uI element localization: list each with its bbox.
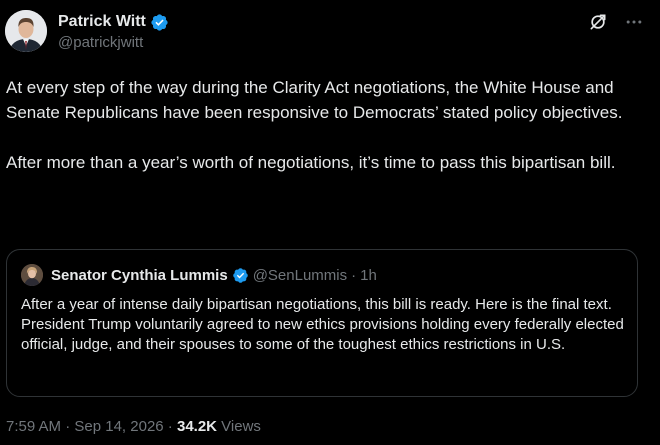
post-metadata: 7:59 AM · Sep 14, 2026 · 34.2K Views (6, 418, 261, 435)
post-top-actions (586, 10, 646, 34)
views-count[interactable]: 34.2K (177, 418, 217, 435)
author-avatar-image (5, 10, 47, 52)
more-options-icon[interactable] (622, 10, 646, 34)
post: Patrick Witt @patrickjwitt At every step… (0, 0, 660, 445)
meta-separator: · (163, 418, 177, 435)
author-name-row: Patrick Witt (58, 11, 169, 33)
quoted-author-handle[interactable]: @SenLummis (253, 267, 347, 284)
quoted-timestamp[interactable]: 1h (360, 267, 377, 284)
views-label[interactable]: Views (217, 418, 261, 435)
quoted-post-header: Senator Cynthia Lummis @SenLummis · 1h (21, 264, 377, 286)
post-paragraph: After more than a year’s worth of negoti… (6, 153, 616, 172)
verified-badge-icon[interactable] (232, 267, 249, 284)
author-avatar[interactable] (5, 10, 47, 52)
quoted-post[interactable]: Senator Cynthia Lummis @SenLummis · 1h A… (6, 249, 638, 397)
author-info: Patrick Witt @patrickjwitt (58, 11, 169, 53)
quoted-post-text: After a year of intense daily bipartisan… (21, 296, 624, 353)
post-text: At every step of the way during the Clar… (6, 75, 646, 175)
quoted-author-avatar[interactable] (21, 264, 43, 286)
post-date[interactable]: Sep 14, 2026 (74, 418, 163, 435)
meta-separator: · (61, 418, 75, 435)
quoted-author-name[interactable]: Senator Cynthia Lummis (51, 267, 228, 284)
post-paragraph: At every step of the way during the Clar… (6, 78, 623, 122)
post-time[interactable]: 7:59 AM (6, 418, 61, 435)
verified-badge-icon[interactable] (150, 13, 169, 32)
author-handle[interactable]: @patrickjwitt (58, 34, 169, 51)
author-display-name[interactable]: Patrick Witt (58, 13, 146, 31)
quoted-separator: · (351, 266, 357, 284)
grok-icon[interactable] (586, 10, 610, 34)
